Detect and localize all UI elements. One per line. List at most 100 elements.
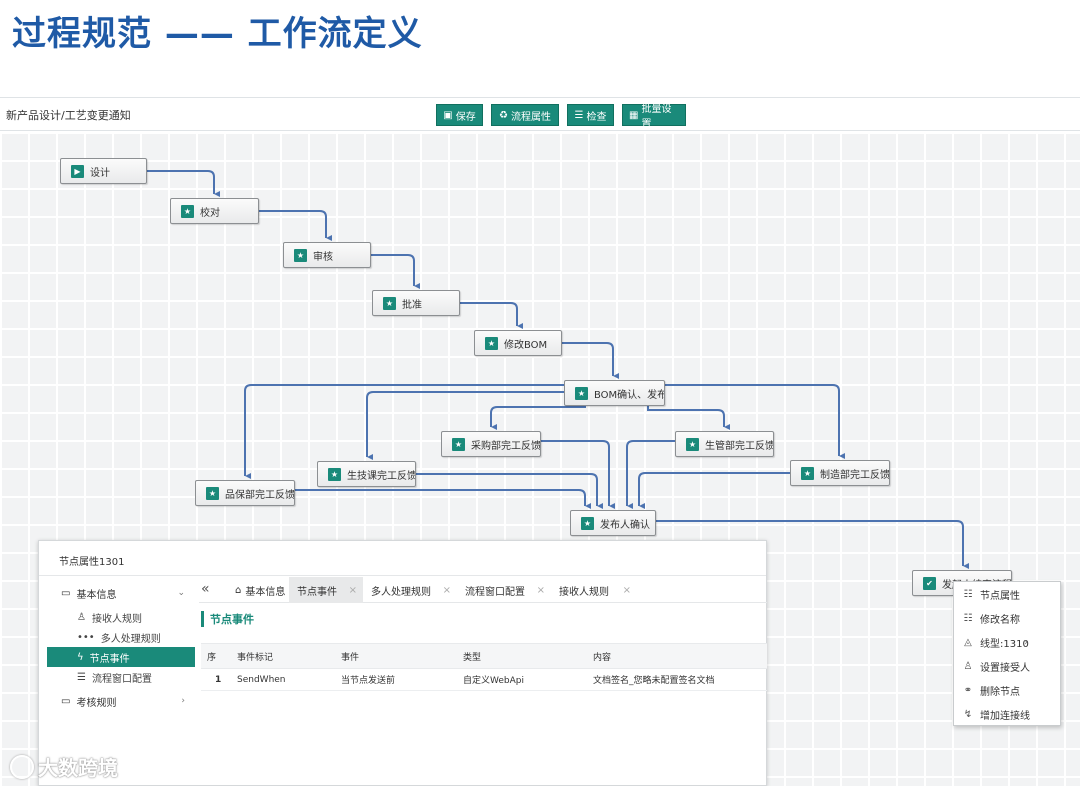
tab-receiver-rule[interactable]: 接收人规则 × <box>551 577 637 603</box>
person-icon: ♙ <box>963 660 973 672</box>
sidebar-item-label: 流程窗口配置 <box>91 673 152 685</box>
tab-basic-info[interactable]: ⌂ 基本信息 <box>227 577 289 603</box>
node-label: 制造部完工反馈 <box>820 469 890 481</box>
sidebar-item-receiver-rule[interactable]: ♙ 接收人规则 <box>47 607 195 627</box>
sidebar-item-label: 接收人规则 <box>91 613 142 625</box>
batch-settings-label: 批量设置 <box>641 104 672 130</box>
tab-node-events[interactable]: 节点事件 × <box>289 577 363 603</box>
node-bom-confirm[interactable]: ★ BOM确认、发布 <box>564 380 665 406</box>
tab-label: 节点事件 <box>297 586 337 598</box>
menu-item-add-connector[interactable]: ↯ 增加连接线 <box>954 702 1060 726</box>
node-label: 设计 <box>90 167 110 179</box>
flow-properties-label: 流程属性 <box>510 111 551 123</box>
node-qa-feedback[interactable]: ★ 品保部完工反馈 <box>195 480 295 506</box>
table-cell: 当节点发送前 <box>341 676 396 686</box>
node-label: 审核 <box>313 251 333 263</box>
close-icon[interactable]: × <box>537 585 545 596</box>
menu-item-line-type[interactable]: ◬ 线型:1310 › <box>954 630 1060 654</box>
tab-multi-handler-rule[interactable]: 多人处理规则 × <box>363 577 457 603</box>
folder-icon: ▭ <box>61 587 71 599</box>
sliders-icon: ☷ <box>963 588 973 600</box>
node-purchasing-feedback[interactable]: ★ 采购部完工反馈 <box>441 431 541 457</box>
sidebar-group-basic-info[interactable]: ▭ 基本信息 ⌄ <box>47 581 195 605</box>
node-label: BOM确认、发布 <box>594 389 665 401</box>
save-button[interactable]: ▣ 保存 <box>436 104 483 126</box>
table-cell: 文档签名_您略未配置签名文档 <box>593 676 715 686</box>
tabs-back-icon[interactable]: « <box>201 581 210 597</box>
star-icon: ★ <box>383 296 396 310</box>
node-label: 发布人确认 <box>600 519 650 531</box>
star-icon: ★ <box>485 336 498 350</box>
check-button[interactable]: ☰ 检查 <box>567 104 614 126</box>
check-icon: ✔ <box>923 576 936 590</box>
sidebar-group-assessment-rules[interactable]: ▭ 考核规则 › <box>47 689 195 713</box>
tab-label: 流程窗口配置 <box>465 586 525 598</box>
menu-item-label: 增加连接线 <box>980 710 1030 722</box>
sidebar-item-label: 多人处理规则 <box>100 633 161 645</box>
tab-label: 接收人规则 <box>559 586 609 598</box>
workflow-path: 新产品设计/工艺变更通知 <box>6 109 131 122</box>
save-button-label: 保存 <box>455 111 476 123</box>
node-prod-tech-feedback[interactable]: ★ 生技课完工反馈 <box>317 461 416 487</box>
chevron-right-icon: › <box>181 696 185 706</box>
section-title: 节点事件 <box>201 611 254 627</box>
panel-divider <box>39 575 766 576</box>
more-icon: ••• <box>77 631 95 643</box>
node-label: 批准 <box>402 299 422 311</box>
sidebar-item-node-events[interactable]: ϟ 节点事件 <box>47 647 195 667</box>
sidebar-group-label: 基本信息 <box>76 589 117 601</box>
star-icon: ★ <box>686 437 699 451</box>
link-icon: ⚭ <box>963 684 973 696</box>
user-rule-icon: ♙ <box>77 611 86 623</box>
node-design[interactable]: ▶ 设计 <box>60 158 147 184</box>
node-publisher-confirm[interactable]: ★ 发布人确认 <box>570 510 656 536</box>
star-icon: ★ <box>452 437 465 451</box>
batch-settings-button[interactable]: ▦ 批量设置 <box>622 104 686 130</box>
flow-properties-button[interactable]: ♻ 流程属性 <box>491 104 559 126</box>
close-icon[interactable]: × <box>443 585 451 596</box>
events-table-header: 序 事件标记 事件 类型 内容 <box>201 643 767 669</box>
menu-item-delete-node[interactable]: ⚭ 删除节点 <box>954 678 1060 702</box>
sidebar-item-multi-handler-rule[interactable]: ••• 多人处理规则 <box>47 627 195 647</box>
star-icon: ★ <box>181 204 194 218</box>
node-label: 生管部完工反馈 <box>705 440 774 452</box>
star-icon: ★ <box>328 467 341 481</box>
column-header: 事件标记 <box>237 652 274 663</box>
node-properties-panel: 节点属性1301 ▭ 基本信息 ⌄ ♙ 接收人规则 ••• 多人处理规则 ϟ 节… <box>38 540 767 786</box>
menu-item-label: 删除节点 <box>980 686 1020 698</box>
node-label: 修改BOM <box>504 339 548 351</box>
menu-item-label: 修改名称 <box>980 614 1020 626</box>
home-icon: ⌂ <box>235 584 242 596</box>
column-header: 内容 <box>593 652 612 663</box>
sidebar-item-flow-window-config[interactable]: ☰ 流程窗口配置 <box>47 667 195 687</box>
close-icon[interactable]: × <box>623 585 631 596</box>
node-production-mgmt-feedback[interactable]: ★ 生管部完工反馈 <box>675 431 774 457</box>
menu-item-label: 节点属性 <box>980 590 1020 602</box>
node-proofread[interactable]: ★ 校对 <box>170 198 259 224</box>
node-modify-bom[interactable]: ★ 修改BOM <box>474 330 562 356</box>
properties-tabs: « ⌂ 基本信息 节点事件 × 多人处理规则 × 流程窗口配置 × 接收人规则 … <box>199 577 767 603</box>
connector-icon: ↯ <box>963 708 973 720</box>
node-approve[interactable]: ★ 批准 <box>372 290 460 316</box>
menu-item-rename[interactable]: ☷ 修改名称 <box>954 606 1060 630</box>
chevron-right-icon: › <box>1024 636 1028 648</box>
tab-label: 基本信息 <box>245 586 286 598</box>
chevron-down-icon: ⌄ <box>177 588 185 598</box>
tab-flow-window-config[interactable]: 流程窗口配置 × <box>457 577 551 603</box>
menu-item-label: 线型:1310 <box>980 638 1029 650</box>
menu-item-set-receiver[interactable]: ♙ 设置接受人 <box>954 654 1060 678</box>
folder-icon: ▭ <box>61 695 71 707</box>
node-label: 采购部完工反馈 <box>471 440 541 452</box>
tab-label: 多人处理规则 <box>371 586 431 598</box>
watermark: 大数跨境 <box>10 752 118 781</box>
node-review[interactable]: ★ 审核 <box>283 242 371 268</box>
close-icon[interactable]: × <box>349 585 357 596</box>
node-manufacturing-feedback[interactable]: ★ 制造部完工反馈 <box>790 460 890 486</box>
node-context-menu: ☷ 节点属性 ☷ 修改名称 ◬ 线型:1310 › ♙ 设置接受人 ⚭ 删除节点… <box>953 581 1061 726</box>
column-header: 类型 <box>463 652 482 663</box>
list-icon: ☰ <box>77 671 86 683</box>
table-cell: SendWhen <box>237 674 286 685</box>
menu-item-node-properties[interactable]: ☷ 节点属性 <box>954 582 1060 606</box>
star-icon: ★ <box>801 466 814 480</box>
table-row[interactable]: 1 SendWhen 当节点发送前 自定义WebApi 文档签名_您略未配置签名… <box>201 669 767 691</box>
